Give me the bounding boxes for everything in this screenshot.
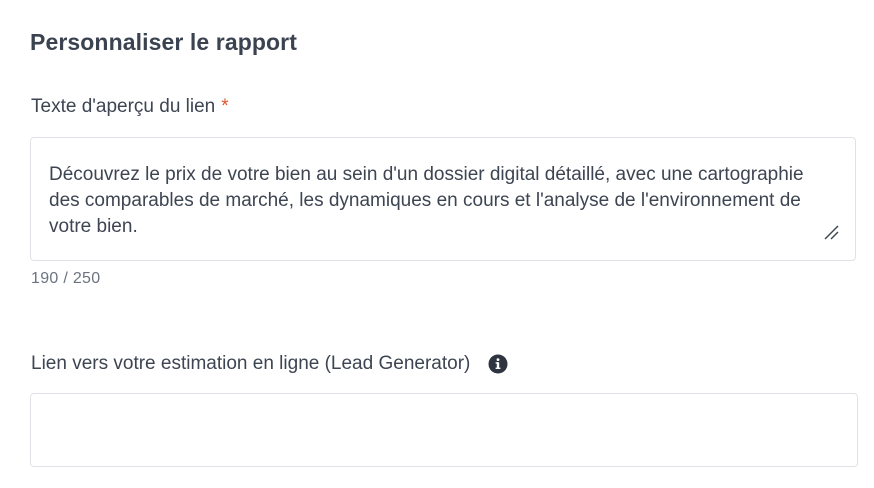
preview-text-value[interactable]: Découvrez le prix de votre bien au sein … — [49, 162, 839, 240]
lead-generator-url-input[interactable] — [30, 393, 858, 467]
preview-text-label-text: Texte d'aperçu du lien — [31, 96, 216, 117]
character-counter: 190 / 250 — [31, 270, 101, 287]
preview-text-textarea[interactable]: Découvrez le prix de votre bien au sein … — [30, 137, 856, 261]
preview-text-label: Texte d'aperçu du lien * — [31, 96, 229, 118]
section-title: Personnaliser le rapport — [30, 29, 297, 55]
required-asterisk: * — [221, 96, 229, 117]
customize-report-panel: Personnaliser le rapport Texte d'aperçu … — [0, 0, 874, 488]
lead-generator-label-text: Lien vers votre estimation en ligne (Lea… — [31, 353, 471, 374]
lead-generator-label: Lien vers votre estimation en ligne (Lea… — [31, 353, 508, 375]
info-icon[interactable] — [488, 354, 508, 374]
resize-handle-icon[interactable] — [823, 224, 839, 240]
